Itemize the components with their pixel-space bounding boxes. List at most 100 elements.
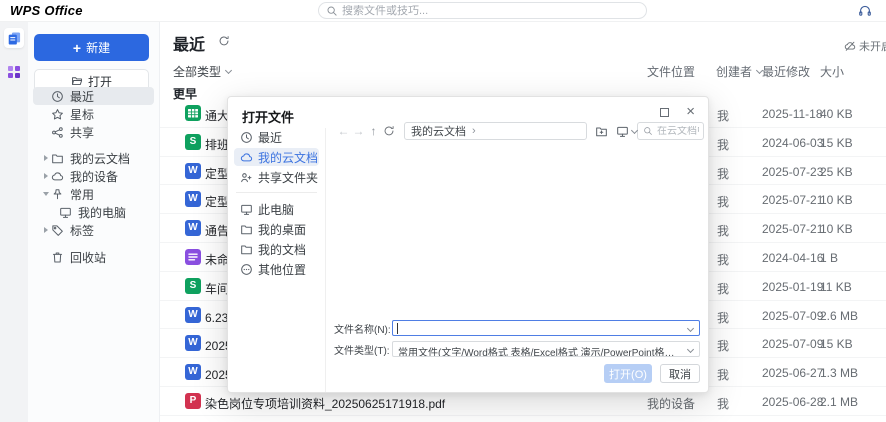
file-modified: 2025-07-21: [762, 222, 823, 236]
file-size: 15 KB: [820, 337, 853, 351]
new-folder-icon[interactable]: [595, 125, 608, 138]
up-icon[interactable]: ↑: [366, 124, 381, 138]
type-filter-dropdown[interactable]: 全部类型: [173, 63, 231, 80]
share-icon: [51, 126, 64, 139]
dialog-nav-cloud-docs[interactable]: 我的云文档: [234, 148, 319, 166]
dialog-nav-documents[interactable]: 我的文档: [234, 240, 319, 258]
file-creator: 我: [717, 222, 729, 239]
file-size: 10 KB: [820, 193, 853, 207]
file-modified: 2025-01-19: [762, 280, 823, 294]
file-creator: 我: [717, 337, 729, 354]
new-button-label: 新建: [86, 39, 110, 56]
open-file-dialog: 打开文件 × 最近我的云文档共享文件夹此电脑我的桌面我的文档其他位置 ← → ↑…: [227, 96, 709, 393]
file-icon-lines: [185, 249, 201, 265]
file-size: 2.1 MB: [820, 395, 858, 409]
dialog-nav-label: 其他位置: [258, 261, 306, 278]
maximize-icon[interactable]: [660, 108, 669, 117]
file-icon-letter: W: [188, 194, 197, 204]
dialog-file-area[interactable]: [326, 141, 708, 320]
dialog-open-button[interactable]: 打开(O): [604, 364, 652, 383]
sync-status-badge[interactable]: 未开启: [844, 38, 886, 54]
back-icon[interactable]: ←: [336, 124, 351, 138]
chevron-right-icon[interactable]: [41, 227, 51, 233]
sidebar: + 新建 打开 最近星标共享我的云文档我的设备常用我的电脑标签回收站: [28, 22, 160, 422]
search-icon: [326, 5, 338, 17]
file-size: 40 KB: [820, 107, 853, 121]
view-mode-icon[interactable]: [616, 125, 637, 138]
forward-icon[interactable]: →: [351, 124, 366, 138]
file-size: 15 KB: [820, 136, 853, 150]
dialog-search-input[interactable]: [657, 126, 699, 137]
file-creator: 我: [717, 309, 729, 326]
file-icon-letter: S: [190, 281, 197, 291]
sidebar-item-recent[interactable]: 最近: [33, 87, 154, 105]
sidebar-item-label: 共享: [70, 124, 94, 141]
app-rail: [0, 22, 28, 422]
column-header-location: 文件位置: [647, 63, 695, 80]
refresh-icon[interactable]: [383, 125, 395, 137]
breadcrumb-item[interactable]: 我的云文档: [411, 123, 466, 139]
dialog-nav-desktop[interactable]: 我的桌面: [234, 220, 319, 238]
dialog-nav-label: 共享文件夹: [258, 169, 318, 186]
sync-status-label: 未开启: [859, 38, 886, 54]
file-icon-letter: W: [188, 166, 197, 176]
chevron-right-icon[interactable]: [41, 155, 51, 161]
apps-grid-icon[interactable]: [8, 66, 20, 78]
dialog-nav-this-pc[interactable]: 此电脑: [234, 200, 319, 218]
breadcrumb[interactable]: 我的云文档 ›: [404, 122, 587, 140]
file-icon-sheet: S: [185, 278, 201, 294]
file-size: 11 KB: [820, 280, 852, 294]
monitor-icon: [59, 206, 72, 219]
tag-icon: [51, 224, 64, 237]
global-search[interactable]: [318, 2, 647, 19]
close-icon[interactable]: ×: [686, 101, 695, 122]
search-icon: [643, 126, 653, 136]
sidebar-item-shared[interactable]: 共享: [33, 123, 154, 141]
top-bar: WPS Office: [0, 0, 886, 22]
file-icon-word: W: [185, 191, 201, 207]
file-icon-letter: W: [188, 367, 197, 377]
refresh-icon[interactable]: [218, 35, 230, 47]
file-modified: 2025-11-18: [762, 107, 823, 121]
headset-support-icon[interactable]: [858, 4, 872, 18]
sidebar-item-frequent[interactable]: 常用: [33, 185, 154, 203]
dialog-right-pane: ← → ↑ 我的云文档 › 文件名称(N):: [326, 121, 708, 392]
folder-open-icon: [71, 75, 83, 87]
filename-input[interactable]: [392, 320, 700, 336]
chevron-right-icon[interactable]: [41, 173, 51, 179]
chevron-down-icon[interactable]: [41, 192, 51, 196]
chevron-right-icon: ›: [472, 125, 476, 137]
filetype-select[interactable]: 常用文件(文字/Word格式 表格/Excel格式 演示/PowerPoint格…: [392, 341, 700, 357]
sidebar-item-label: 我的设备: [70, 168, 118, 185]
file-modified: 2025-06-28: [762, 395, 823, 409]
sidebar-item-tags[interactable]: 标签: [33, 221, 154, 239]
file-creator: 我: [717, 165, 729, 182]
documents-tab-icon[interactable]: [4, 28, 24, 48]
file-modified: 2025-06-27: [762, 366, 823, 380]
file-modified: 2024-04-16: [762, 251, 823, 265]
sidebar-item-starred[interactable]: 星标: [33, 105, 154, 123]
file-icon-pdf: P: [185, 393, 201, 409]
file-creator: 我: [717, 193, 729, 210]
sidebar-item-label: 标签: [70, 222, 94, 239]
file-icon-letter: W: [188, 223, 197, 233]
sidebar-item-recycle[interactable]: 回收站: [33, 248, 154, 266]
dialog-nav-other[interactable]: 其他位置: [234, 260, 319, 278]
dialog-nav-shared-folder[interactable]: 共享文件夹: [234, 168, 319, 186]
filename-label: 文件名称(N):: [334, 321, 392, 336]
dialog-search[interactable]: [637, 122, 704, 140]
file-icon-word: W: [185, 307, 201, 323]
chevron-down-icon[interactable]: [687, 325, 694, 332]
divider: [236, 192, 317, 193]
file-icon-letter: W: [188, 310, 197, 320]
new-button[interactable]: + 新建: [34, 34, 149, 61]
dialog-cancel-button[interactable]: 取消: [660, 364, 700, 383]
column-header-creator[interactable]: 创建者: [716, 63, 762, 80]
dialog-nav-recent[interactable]: 最近: [234, 128, 319, 146]
dialog-title: 打开文件: [242, 107, 294, 126]
sidebar-item-cloud-docs[interactable]: 我的云文档: [33, 149, 154, 167]
sidebar-item-my-pc[interactable]: 我的电脑: [33, 203, 154, 221]
type-filter-label: 全部类型: [173, 63, 221, 80]
global-search-input[interactable]: [342, 5, 639, 17]
sidebar-item-devices[interactable]: 我的设备: [33, 167, 154, 185]
